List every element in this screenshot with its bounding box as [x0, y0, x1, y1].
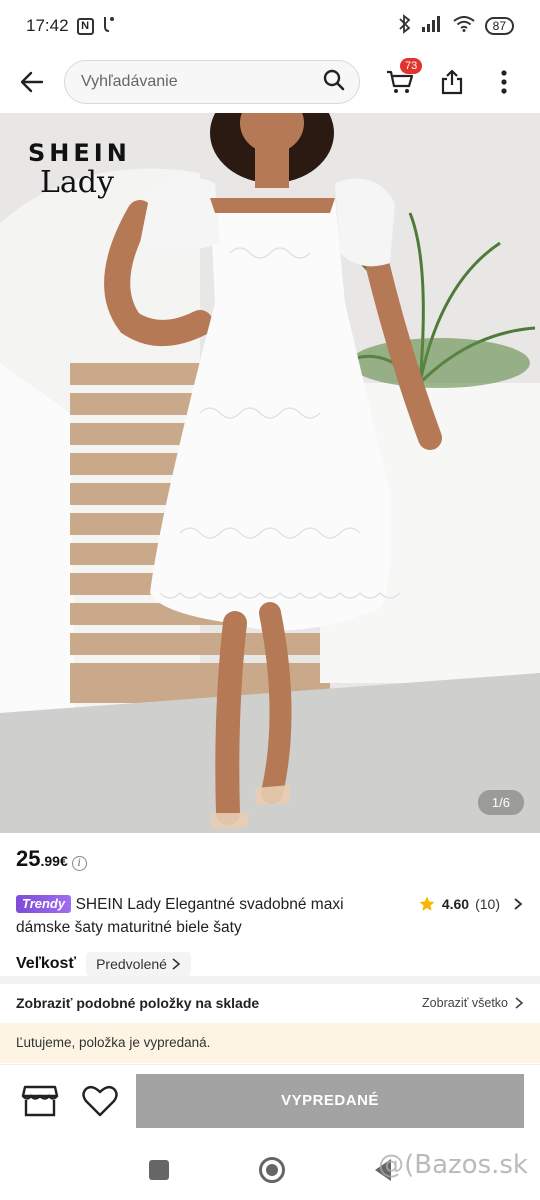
image-counter: 1/6	[477, 790, 524, 815]
view-all-label: Zobraziť všetko	[422, 996, 508, 1010]
back-button[interactable]	[0, 54, 64, 110]
product-image-gallery[interactable]: SHEIN Lady 1/6	[0, 113, 540, 833]
rating-count: (10)	[475, 896, 500, 912]
more-options-button[interactable]	[478, 54, 530, 110]
rating-summary[interactable]: 4.60 (10)	[418, 895, 524, 913]
chevron-right-icon	[514, 898, 523, 910]
product-title-row: Trendy SHEIN Lady Elegantné svadobné max…	[16, 893, 524, 939]
cart-count-badge: 73	[400, 58, 423, 74]
search-icon[interactable]	[323, 69, 345, 96]
section-divider	[0, 976, 540, 984]
sold-out-notice: Ľutujeme, položka je vypredaná.	[0, 1023, 540, 1063]
size-label: Veľkosť	[16, 955, 77, 972]
arrow-left-icon	[20, 71, 44, 93]
share-icon	[441, 69, 463, 95]
price-integer: 25	[16, 846, 41, 871]
product-photo	[0, 113, 540, 833]
search-input[interactable]	[81, 73, 323, 91]
more-vertical-icon	[501, 70, 507, 94]
size-value: Predvolené	[96, 956, 167, 972]
home-icon[interactable]	[259, 1157, 285, 1183]
notification-icon	[102, 15, 116, 38]
price: 25 .99€ i	[16, 846, 87, 872]
status-bar: 17:42 N 87	[0, 0, 540, 52]
heart-icon	[82, 1085, 118, 1116]
view-all-link[interactable]: Zobraziť všetko	[422, 996, 524, 1010]
wishlist-button[interactable]	[76, 1077, 124, 1125]
rating-value: 4.60	[441, 896, 470, 912]
star-icon	[419, 896, 435, 911]
signal-icon	[421, 15, 443, 37]
top-nav: 73	[0, 52, 540, 112]
brand-logo: SHEIN Lady	[28, 139, 131, 200]
chevron-right-icon	[172, 958, 181, 970]
size-selector[interactable]: Predvolené	[86, 952, 191, 976]
recents-icon[interactable]	[149, 1160, 169, 1180]
info-icon[interactable]: i	[71, 856, 87, 871]
watermark: @(Bazos.sk	[378, 1150, 528, 1180]
brand-logo-shein: SHEIN	[28, 139, 131, 167]
price-decimals: .99€	[40, 853, 68, 869]
wifi-icon	[453, 15, 475, 37]
trendy-badge: Trendy	[16, 895, 72, 913]
sold-out-button[interactable]: VYPREDANÉ	[136, 1073, 524, 1128]
similar-items-title: Zobraziť podobné položky na sklade	[16, 995, 260, 1011]
size-row: Veľkosť Predvolené	[16, 952, 191, 976]
share-button[interactable]	[426, 54, 478, 110]
bluetooth-icon	[399, 13, 411, 39]
bottom-action-bar: VYPREDANÉ	[0, 1064, 540, 1136]
cart-button[interactable]: 73	[374, 54, 426, 110]
store-icon	[21, 1085, 59, 1116]
similar-items-row[interactable]: Zobraziť podobné položky na sklade Zobra…	[0, 984, 540, 1022]
battery-indicator: 87	[484, 17, 514, 35]
search-bar[interactable]	[64, 60, 360, 104]
chevron-right-icon	[515, 997, 524, 1009]
status-time: 17:42	[26, 16, 69, 35]
store-button[interactable]	[16, 1077, 64, 1125]
brand-logo-lady: Lady	[40, 165, 114, 200]
nfc-icon: N	[76, 17, 94, 35]
